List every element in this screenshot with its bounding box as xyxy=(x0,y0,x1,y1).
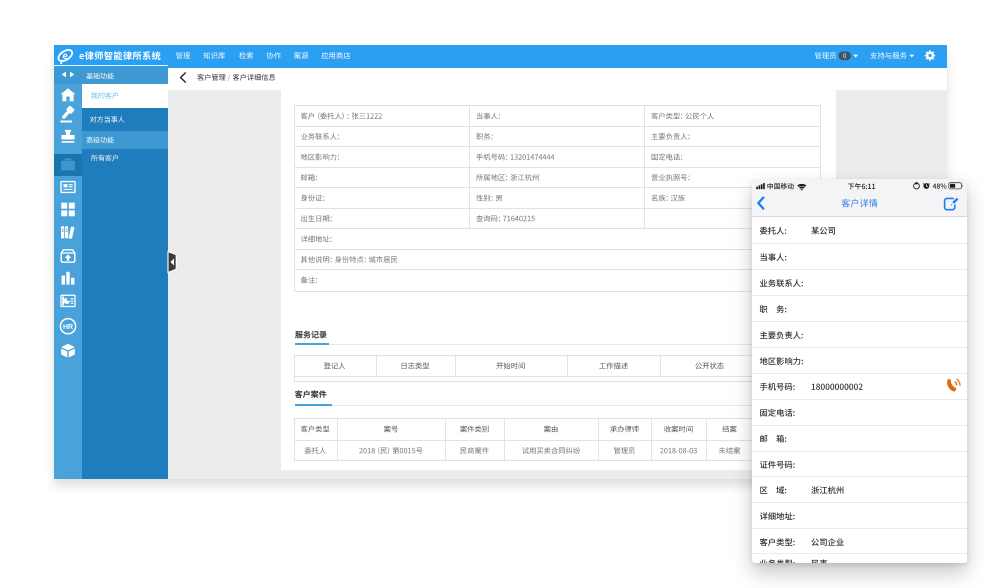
svg-text:HR: HR xyxy=(63,324,73,331)
